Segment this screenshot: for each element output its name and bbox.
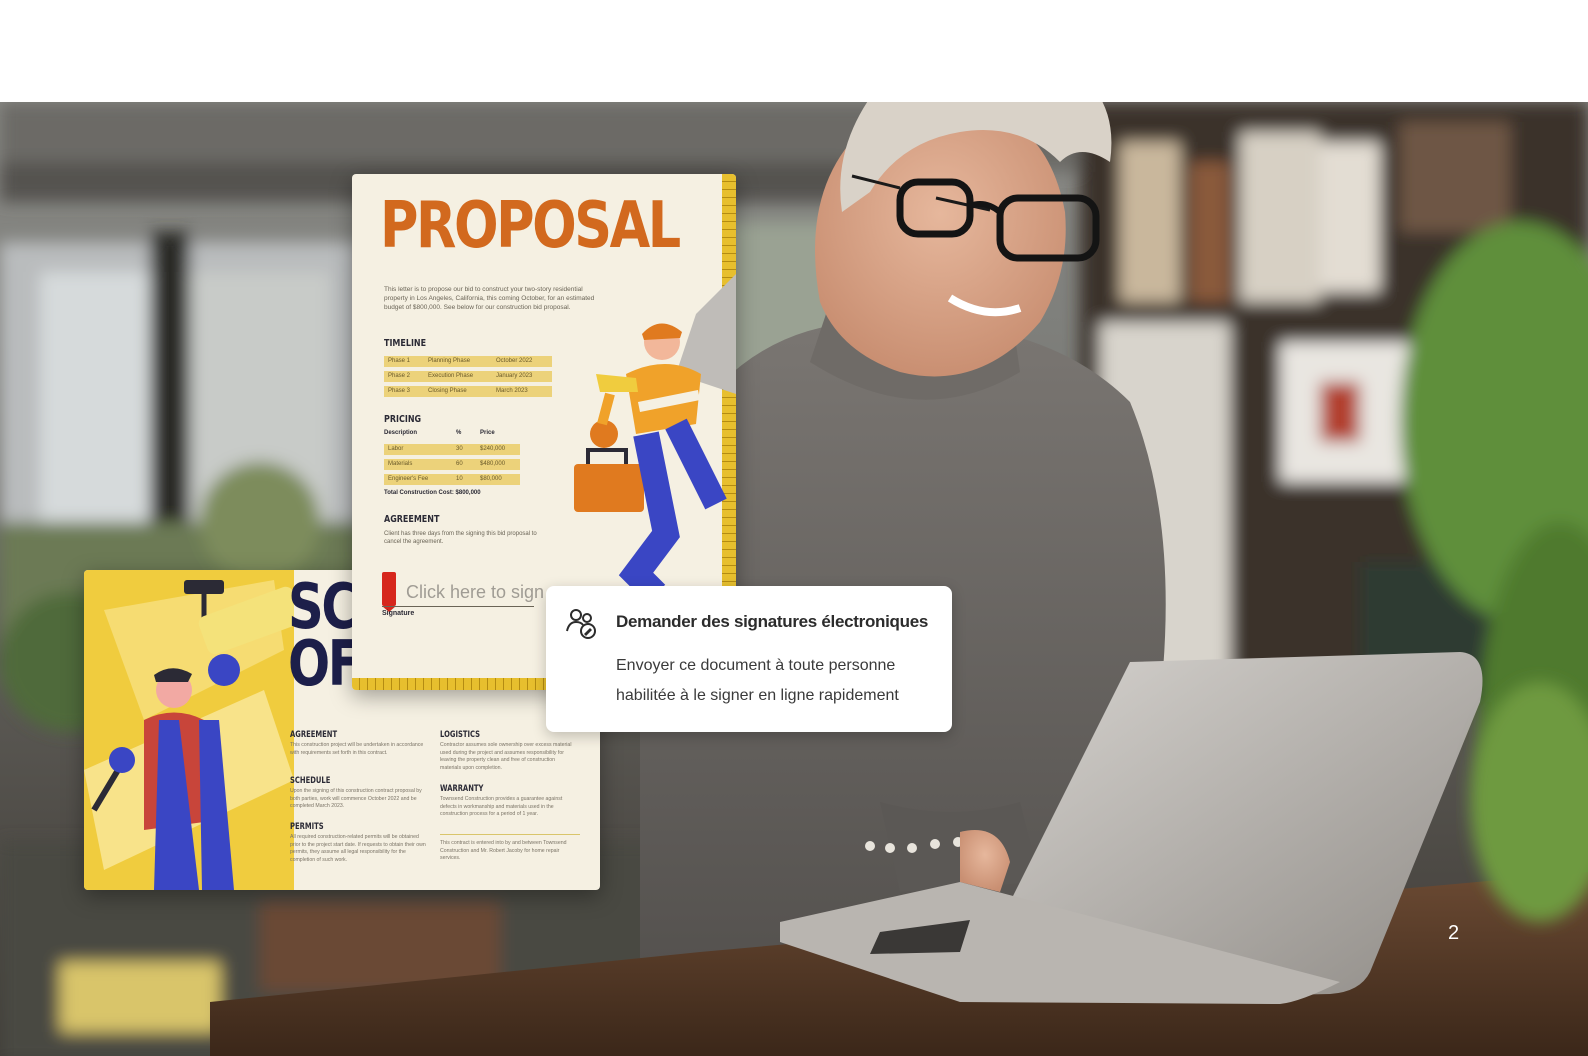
- scope-permits-text: All required construction-related permit…: [290, 834, 426, 863]
- pricing-row: Materials 60 $480,000: [384, 459, 520, 470]
- scope-logistics-heading: LOGISTICS: [440, 730, 481, 740]
- scope-permits-heading: PERMITS: [290, 822, 324, 832]
- construction-worker-illustration: [574, 274, 736, 594]
- agreement-text: Client has three days from the signing t…: [384, 531, 537, 546]
- card-title: Demander des signatures électroniques: [616, 612, 929, 631]
- pricing-header-row: Description % Price: [384, 430, 495, 436]
- painter-illustration: [84, 570, 294, 890]
- timeline-row: Phase 1 Planning Phase October 2022: [384, 356, 552, 367]
- proposal-intro: This letter is to propose our bid to con…: [384, 286, 595, 311]
- marketing-slide: SC OF WORK AGREEMENT This construction p…: [0, 0, 1588, 1056]
- sign-here-flag-icon: [382, 572, 396, 612]
- timeline-heading: TIMELINE: [384, 338, 427, 349]
- click-to-sign-field[interactable]: Click here to sign: [406, 582, 544, 603]
- scope-footer-text: This contract is entered into by and bet…: [440, 840, 567, 862]
- timeline-row: Phase 2 Execution Phase January 2023: [384, 371, 552, 382]
- pricing-row: Labor 30 $240,000: [384, 444, 520, 455]
- scope-agreement-text: This construction project will be undert…: [290, 742, 424, 756]
- proposal-title: PROPOSAL: [380, 189, 681, 263]
- page-number: 2: [1448, 922, 1460, 944]
- scope-warranty-text: Townsend Construction provides a guarant…: [440, 796, 563, 818]
- request-signatures-icon: [566, 609, 596, 639]
- scope-schedule-heading: SCHEDULE: [290, 776, 331, 786]
- scope-logistics-text: Contractor assumes sole ownership over e…: [440, 742, 572, 771]
- signature-line: [382, 606, 534, 607]
- timeline-row: Phase 3 Closing Phase March 2023: [384, 386, 552, 397]
- pricing-total: Total Construction Cost: $800,000: [384, 490, 481, 496]
- scope-warranty-heading: WARRANTY: [440, 784, 484, 794]
- card-description: Envoyer ce document à toute personne hab…: [616, 657, 899, 704]
- scope-schedule-text: Upon the signing of this construction co…: [290, 788, 422, 810]
- scope-agreement-heading: AGREEMENT: [290, 730, 338, 740]
- scope-divider: [440, 834, 580, 835]
- agreement-heading: AGREEMENT: [384, 514, 440, 525]
- request-signatures-card[interactable]: Demander des signatures électroniques En…: [546, 586, 952, 732]
- signature-label: Signature: [382, 610, 415, 617]
- pricing-row: Engineer's Fee 10 $80,000: [384, 474, 520, 485]
- pricing-heading: PRICING: [384, 414, 422, 425]
